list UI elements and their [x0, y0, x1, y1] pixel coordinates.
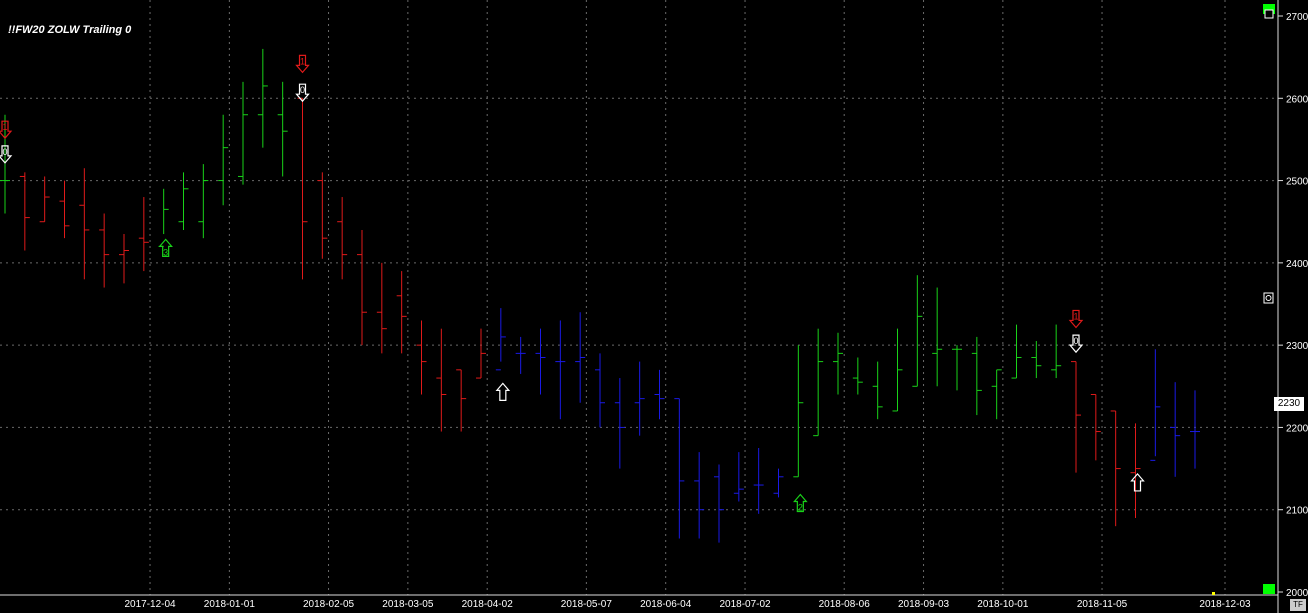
x-tick-label: 2018-12-03	[1199, 599, 1251, 610]
yellow-marker	[1212, 592, 1215, 595]
signal-label: 0	[1073, 336, 1078, 346]
x-tick-label: 2018-11-05	[1077, 599, 1128, 610]
x-tick-label: 2018-07-02	[719, 599, 771, 610]
y-tick-label: 2600	[1286, 94, 1308, 105]
x-tick-label: 2018-08-06	[819, 599, 871, 610]
y-tick-label: 2300	[1286, 341, 1308, 352]
signal-label: 2	[798, 502, 803, 512]
x-tick-label: 2018-10-01	[977, 599, 1029, 610]
signal-label: 0	[300, 85, 305, 95]
y-tick-label: 2000	[1286, 588, 1308, 599]
y-tick-label: 2500	[1286, 177, 1308, 188]
signal-label: 1	[2, 122, 7, 132]
scroll-handle[interactable]	[1263, 292, 1274, 304]
last-price-badge: 2230	[1274, 397, 1304, 411]
signal-label: 0	[2, 147, 7, 157]
x-tick-label: 2018-09-03	[898, 599, 950, 610]
x-tick-label: 2018-05-07	[561, 599, 613, 610]
x-tick-label: 2018-01-01	[204, 599, 256, 610]
chart-background	[0, 0, 1308, 613]
chart-title: !!FW20 ZOLW Trailing 0	[8, 24, 132, 36]
y-tick-label: 2700	[1286, 12, 1308, 23]
x-tick-label: 2017-12-04	[124, 599, 176, 610]
signal-label: 1	[300, 56, 305, 66]
y-tick-label: 2200	[1286, 423, 1308, 434]
y-tick-label: 2100	[1286, 506, 1308, 517]
signal-label: 3	[163, 247, 168, 257]
x-tick-label: 2018-06-04	[640, 599, 692, 610]
signal-label: 1	[1073, 311, 1078, 321]
x-tick-label: 2018-04-02	[462, 599, 514, 610]
y-tick-label: 2400	[1286, 259, 1308, 270]
tf-badge[interactable]: TF	[1290, 599, 1306, 611]
x-tick-label: 2018-02-05	[303, 599, 355, 610]
bottom-right-marker	[1263, 584, 1275, 594]
x-tick-label: 2018-03-05	[382, 599, 434, 610]
top-handle[interactable]	[1264, 9, 1274, 19]
price-chart[interactable]: 1 0 3 1 0 2 1 0 2000 2100 2200 2300 2400 2500 2600 270…	[0, 0, 1308, 613]
